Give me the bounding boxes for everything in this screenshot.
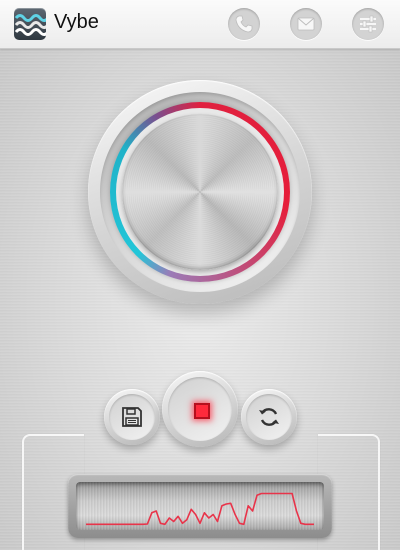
mail-button[interactable] xyxy=(290,8,322,40)
save-icon xyxy=(122,407,142,427)
waveform-line xyxy=(86,492,314,526)
waveform-panel xyxy=(68,474,332,538)
wave-logo-icon xyxy=(14,8,46,40)
app-title: Vybe xyxy=(54,11,99,33)
mail-icon xyxy=(297,17,315,31)
waveform-screen xyxy=(76,482,324,530)
sync-icon xyxy=(259,408,279,426)
action-bar: Vybe xyxy=(0,0,400,49)
dial-knob[interactable] xyxy=(122,114,278,270)
sync-button[interactable] xyxy=(241,389,297,445)
save-button[interactable] xyxy=(104,389,160,445)
record-button-face xyxy=(168,377,232,441)
phone-icon xyxy=(235,15,253,33)
settings-button[interactable] xyxy=(352,8,384,40)
record-icon xyxy=(194,403,210,419)
settings-sliders-icon xyxy=(360,15,376,33)
sync-button-face xyxy=(246,394,292,440)
save-button-face xyxy=(109,394,155,440)
record-button[interactable] xyxy=(162,371,238,447)
phone-button[interactable] xyxy=(228,8,260,40)
waveform-graph xyxy=(86,492,314,526)
main-dial[interactable] xyxy=(88,80,312,304)
